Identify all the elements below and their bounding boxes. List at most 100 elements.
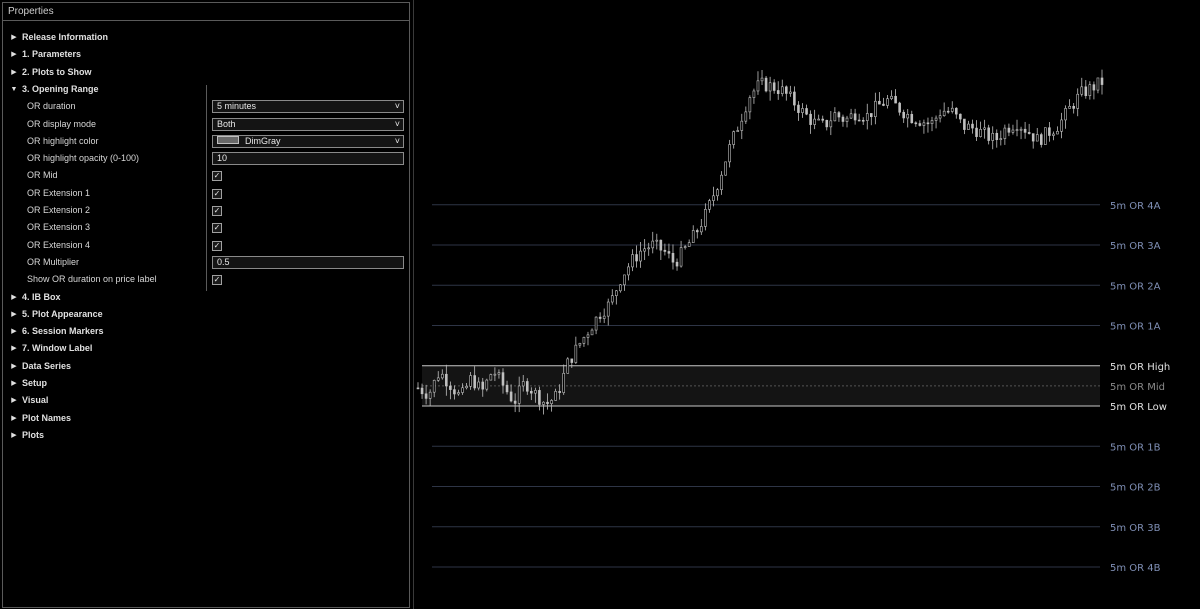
checkbox[interactable]: ✓ bbox=[212, 275, 222, 286]
property-or-mid[interactable]: OR Mid ✓ bbox=[3, 167, 409, 184]
category-data-series[interactable]: ▶ Data Series bbox=[3, 358, 409, 375]
candle-body bbox=[874, 100, 877, 118]
candle-body bbox=[445, 373, 448, 387]
property-or-multiplier[interactable]: OR Multiplier 0.5 bbox=[3, 254, 409, 271]
property-label: OR Multiplier bbox=[27, 256, 80, 267]
collapsed-arrow-icon[interactable]: ▶ bbox=[10, 358, 18, 375]
collapsed-arrow-icon[interactable]: ▶ bbox=[10, 375, 18, 392]
price-chart[interactable]: 5m OR 4A 5m OR 3A 5m OR 2A 5m OR 1A 5m OR Hi… bbox=[413, 0, 1200, 609]
collapsed-arrow-icon[interactable]: ▶ bbox=[10, 323, 18, 340]
category-plots[interactable]: ▶ Plots bbox=[3, 427, 409, 444]
candle-body bbox=[679, 247, 683, 267]
candle-body bbox=[785, 86, 788, 94]
category-3-opening-range[interactable]: ▼ 3. Opening Range bbox=[3, 81, 409, 98]
candle-body bbox=[789, 91, 792, 94]
level-label: 5m OR Low bbox=[1110, 402, 1167, 413]
candle-body bbox=[461, 387, 464, 393]
checkbox[interactable]: ✓ bbox=[212, 206, 222, 216]
candle-body bbox=[1015, 129, 1019, 131]
candle-body bbox=[1072, 105, 1075, 109]
candle-body bbox=[667, 251, 671, 254]
category-label: 6. Session Markers bbox=[22, 326, 104, 337]
level-label: 5m OR 3B bbox=[1110, 523, 1161, 534]
collapsed-arrow-icon[interactable]: ▶ bbox=[10, 46, 18, 63]
property-show-or-duration-on-price-label[interactable]: Show OR duration on price label ✓ bbox=[3, 271, 409, 288]
collapsed-arrow-icon[interactable]: ▶ bbox=[10, 29, 18, 46]
candle-body bbox=[594, 316, 598, 331]
category-plot-names[interactable]: ▶ Plot Names bbox=[3, 410, 409, 427]
candle-body bbox=[432, 380, 436, 393]
candle-body bbox=[538, 390, 541, 405]
category-setup[interactable]: ▶ Setup bbox=[3, 375, 409, 392]
property-or-highlight-color[interactable]: OR highlight color DimGray ˅ bbox=[3, 133, 409, 150]
property-or-display-mode[interactable]: OR display mode Both ˅ bbox=[3, 116, 409, 133]
category-visual[interactable]: ▶ Visual bbox=[3, 392, 409, 409]
checkbox[interactable]: ✓ bbox=[212, 171, 222, 182]
collapsed-arrow-icon[interactable]: ▶ bbox=[10, 427, 18, 444]
candle-body bbox=[493, 373, 497, 376]
candle-body bbox=[845, 117, 849, 122]
candle-body bbox=[764, 77, 768, 92]
color-dropdown[interactable]: DimGray ˅ bbox=[212, 134, 404, 148]
candle-body bbox=[801, 108, 804, 113]
category-2-plots-to-show[interactable]: ▶ 2. Plots to Show bbox=[3, 64, 409, 81]
collapsed-arrow-icon[interactable]: ▶ bbox=[10, 64, 18, 81]
candle-body bbox=[651, 240, 655, 249]
candle-body bbox=[821, 118, 825, 121]
expanded-arrow-icon[interactable]: ▼ bbox=[10, 81, 18, 98]
chevron-down-icon[interactable]: ˅ bbox=[395, 136, 400, 147]
candle-body bbox=[615, 290, 618, 296]
property-or-extension-1[interactable]: OR Extension 1 ✓ bbox=[3, 185, 409, 202]
candle-body bbox=[1092, 84, 1096, 91]
candle-body bbox=[489, 374, 493, 381]
candle-body bbox=[861, 119, 865, 122]
category-7-window-label[interactable]: ▶ 7. Window Label bbox=[3, 340, 409, 357]
candle-body bbox=[1035, 134, 1039, 142]
checkbox[interactable]: ✓ bbox=[212, 223, 222, 234]
chevron-down-icon[interactable]: ˅ bbox=[395, 119, 400, 130]
candle-body bbox=[639, 250, 642, 262]
category-5-plot-appearance[interactable]: ▶ 5. Plot Appearance bbox=[3, 306, 409, 323]
level-label: 5m OR High bbox=[1110, 362, 1170, 373]
field-value: Both bbox=[217, 118, 236, 129]
collapsed-arrow-icon[interactable]: ▶ bbox=[10, 340, 18, 357]
candle-body bbox=[720, 174, 723, 191]
collapsed-arrow-icon[interactable]: ▶ bbox=[10, 410, 18, 427]
property-or-extension-2[interactable]: OR Extension 2 ✓ bbox=[3, 202, 409, 219]
candle-body bbox=[898, 102, 901, 113]
property-or-extension-3[interactable]: OR Extension 3 ✓ bbox=[3, 219, 409, 236]
property-or-duration[interactable]: OR duration 5 minutes ˅ bbox=[3, 98, 409, 115]
candle-body bbox=[453, 389, 456, 395]
candle-body bbox=[1003, 127, 1007, 139]
candle-body bbox=[659, 239, 663, 251]
candle-body bbox=[793, 91, 796, 106]
candle-body bbox=[724, 161, 727, 176]
checkbox[interactable]: ✓ bbox=[212, 240, 222, 251]
candle-body bbox=[1048, 127, 1051, 136]
candle-body bbox=[534, 390, 537, 394]
property-label: OR Extension 4 bbox=[27, 239, 91, 250]
text-field[interactable]: 10 bbox=[212, 152, 404, 166]
candle-body bbox=[566, 358, 570, 374]
category-6-session-markers[interactable]: ▶ 6. Session Markers bbox=[3, 323, 409, 340]
collapsed-arrow-icon[interactable]: ▶ bbox=[10, 289, 18, 306]
text-field[interactable]: 0.5 bbox=[212, 255, 404, 269]
category-4-ib-box[interactable]: ▶ 4. IB Box bbox=[3, 289, 409, 306]
chevron-down-icon[interactable]: ˅ bbox=[395, 101, 400, 112]
candle-body bbox=[497, 372, 501, 375]
candle-body bbox=[562, 372, 566, 393]
dropdown[interactable]: Both ˅ bbox=[212, 117, 404, 131]
property-label: OR highlight color bbox=[27, 135, 99, 146]
property-or-extension-4[interactable]: OR Extension 4 ✓ bbox=[3, 237, 409, 254]
dropdown[interactable]: 5 minutes ˅ bbox=[212, 100, 404, 114]
category-release-information[interactable]: ▶ Release Information bbox=[3, 29, 409, 46]
candle-body bbox=[959, 113, 962, 120]
category-1-parameters[interactable]: ▶ 1. Parameters bbox=[3, 46, 409, 63]
level-label: 5m OR 3A bbox=[1110, 241, 1161, 252]
property-or-highlight-opacity-0-100[interactable]: OR highlight opacity (0-100) 10 bbox=[3, 150, 409, 167]
collapsed-arrow-icon[interactable]: ▶ bbox=[10, 306, 18, 323]
checkbox[interactable]: ✓ bbox=[212, 188, 222, 199]
candle-body bbox=[987, 127, 990, 141]
collapsed-arrow-icon[interactable]: ▶ bbox=[10, 392, 18, 409]
candle-body bbox=[542, 401, 545, 405]
